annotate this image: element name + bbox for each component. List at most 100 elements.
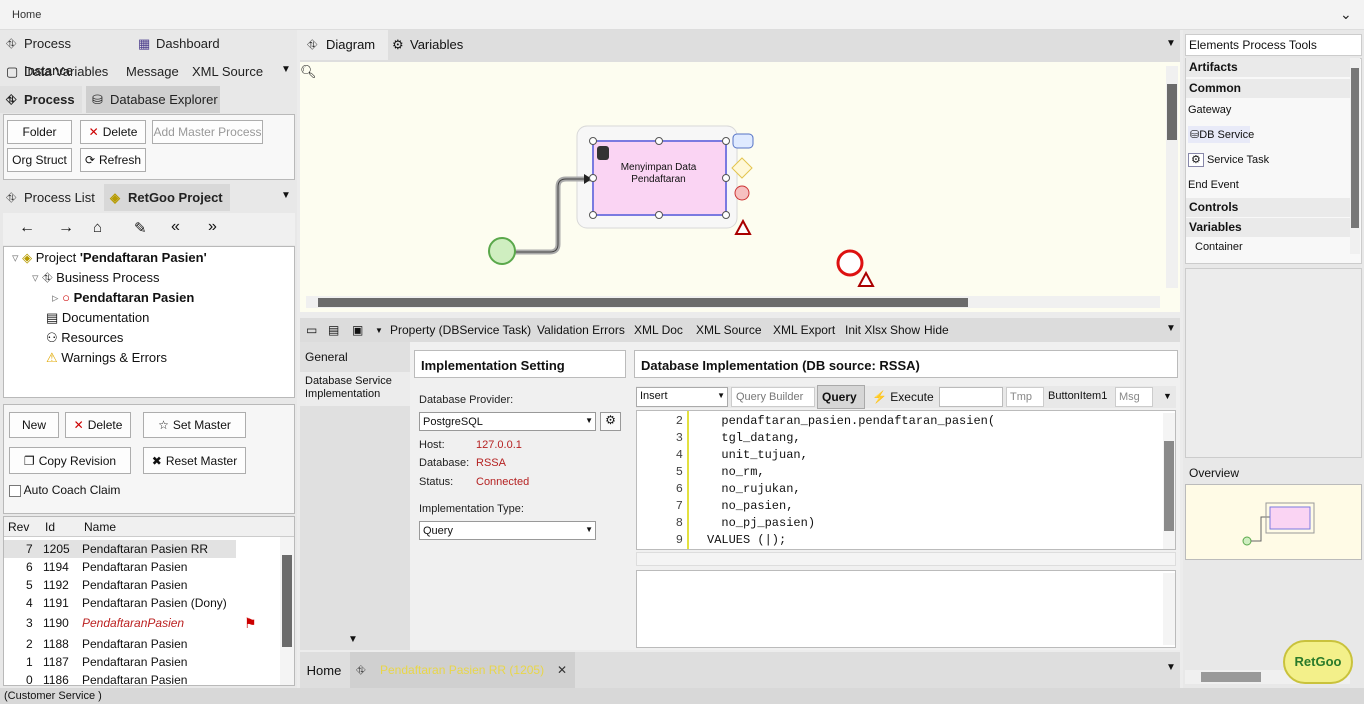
end-event-shape-icon[interactable] [734, 185, 750, 201]
nav-general[interactable]: General [305, 350, 348, 364]
tab-process-list[interactable]: ⛗ Process List [0, 184, 100, 211]
delete-revision-button[interactable]: ✕ Delete [65, 412, 131, 438]
tab-database-explorer[interactable]: ⛁ Database Explorer [86, 86, 220, 113]
toolbox-scrollbar[interactable] [1350, 58, 1360, 254]
tab-xml-source[interactable]: XML Source [696, 323, 762, 337]
window-icon[interactable]: ▣ [352, 323, 363, 337]
refresh-button[interactable]: ⟳ Refresh [80, 148, 146, 172]
wrench-icon[interactable]: ✎ [134, 219, 147, 237]
tree-warnings[interactable]: ⚠ Warnings & Errors [46, 350, 167, 366]
org-struct-button[interactable]: Org Struct [7, 148, 72, 172]
tool-service-task[interactable]: ⚙ Service Task [1188, 153, 1269, 167]
tool-end-event[interactable]: End Event [1188, 179, 1239, 191]
table-row[interactable]: 3 1190 PendaftaranPasien ⚑ [4, 614, 274, 632]
blank-input[interactable] [939, 387, 1003, 407]
tab-diagram[interactable]: ⛗ Diagram [300, 30, 388, 60]
set-master-button[interactable]: ☆ Set Master [143, 412, 246, 438]
end-event[interactable] [836, 249, 864, 277]
tab-home[interactable]: Home [300, 652, 348, 688]
tree-business-process[interactable]: ▿ ⛗ Business Process [32, 270, 160, 286]
copy-revision-button[interactable]: ❐ Copy Revision [9, 447, 131, 474]
dropdown-arrow-icon[interactable]: ▼ [1163, 391, 1172, 401]
dropdown-arrow-icon[interactable]: ▼ [1166, 323, 1176, 334]
tool-container[interactable]: Container [1195, 241, 1243, 253]
zoom-icon[interactable]: 🔍︎ [300, 64, 317, 80]
home-icon[interactable]: ⌂ [93, 219, 102, 236]
insert-select[interactable]: Insert ▼ [636, 387, 728, 407]
double-right-icon[interactable]: » [208, 218, 217, 236]
dropdown-arrow-icon[interactable]: ▼ [1166, 662, 1176, 673]
tab-process[interactable]: ⛗ Process [0, 86, 82, 113]
table-row[interactable]: 1 1187 Pendaftaran Pasien [4, 653, 274, 671]
table-row[interactable]: 2 1188 Pendaftaran Pasien [4, 635, 274, 653]
add-master-process-button[interactable]: Add Master Process [152, 120, 263, 144]
vertical-scrollbar[interactable] [1166, 66, 1178, 288]
tab-xml-source[interactable]: XML Source [168, 58, 268, 85]
tab-xml-export[interactable]: XML Export [773, 323, 835, 337]
dropdown-arrow-icon[interactable]: ▼ [281, 64, 291, 75]
tree-project[interactable]: ▿ ◈ Project 'Pendaftaran Pasien' [12, 250, 207, 266]
query-editor[interactable]: 2 pendaftaran_pasien.pendaftaran_pasien(… [636, 410, 1176, 550]
tab-show[interactable]: Show [890, 323, 920, 337]
diagram-canvas[interactable]: Menyimpan Data Pendaftaran 🔍︎ [300, 62, 1180, 312]
provider-select[interactable]: PostgreSQL ▼ [419, 412, 596, 431]
tab-hide[interactable]: Hide [924, 323, 949, 337]
msg-input[interactable]: Msg [1115, 387, 1153, 407]
query-builder-button[interactable]: Query Builder [731, 387, 815, 407]
tab-xml-doc[interactable]: XML Doc [634, 323, 683, 337]
layout-icon[interactable]: ▭ [306, 323, 317, 337]
col-id[interactable]: Id [45, 520, 55, 534]
delete-process-button[interactable]: ✕ Delete [80, 120, 146, 144]
tab-retgoo-project[interactable]: ◈ RetGoo Project [104, 184, 230, 211]
tab-data-variables[interactable]: ▢ Data Variables [0, 58, 115, 85]
home-label[interactable]: Home [12, 9, 41, 21]
settings-button[interactable]: ⚙ [600, 412, 621, 431]
dropdown-arrow-icon[interactable]: ▼ [375, 326, 383, 335]
double-left-icon[interactable]: « [171, 218, 180, 236]
reset-master-button[interactable]: ✖ Reset Master [143, 447, 246, 474]
nav-db-implementation[interactable]: Database Service Implementation [300, 372, 410, 406]
query-button[interactable]: Query [817, 385, 865, 409]
back-icon[interactable]: ← [19, 219, 35, 237]
execute-button[interactable]: ⚡ Execute [872, 390, 934, 404]
dropdown-arrow-icon[interactable]: ▼ [348, 634, 358, 645]
scrollbar[interactable] [280, 537, 294, 685]
table-row[interactable]: 0 1186 Pendaftaran Pasien [4, 671, 274, 689]
table-row[interactable]: 7 1205 Pendaftaran Pasien RR [4, 540, 236, 558]
tab-init-xlsx[interactable]: Init Xlsx [845, 323, 887, 337]
section-common[interactable]: Common [1186, 79, 1350, 98]
tab-validation-errors[interactable]: Validation Errors [537, 323, 625, 337]
table-row[interactable]: 4 1191 Pendaftaran Pasien (Dony) [4, 594, 274, 612]
table-row[interactable]: 6 1194 Pendaftaran Pasien [4, 558, 274, 576]
tab-document[interactable]: ⛗ Pendaftaran Pasien RR (1205) ✕ [350, 652, 575, 688]
dropdown-arrow-icon[interactable]: ▼ [1166, 38, 1176, 49]
tab-property[interactable]: Property (DBService Task) [390, 323, 531, 337]
forward-icon[interactable]: → [58, 219, 74, 237]
tool-db-service[interactable]: ⛁DB Service [1188, 126, 1254, 143]
folder-button[interactable]: Folder [7, 120, 72, 144]
table-row[interactable]: 5 1192 Pendaftaran Pasien [4, 576, 274, 594]
tab-process-instance[interactable]: ⛗ Process Instance [0, 30, 122, 78]
editor-scrollbar[interactable] [1163, 413, 1175, 549]
chevron-down-icon[interactable]: ⌄ [1340, 6, 1352, 23]
new-button[interactable]: New [9, 412, 59, 438]
section-variables[interactable]: Variables [1186, 218, 1350, 237]
horizontal-scrollbar[interactable] [306, 296, 1160, 308]
overview-minimap[interactable] [1185, 484, 1362, 560]
tool-gateway[interactable]: Gateway [1188, 104, 1231, 116]
impl-type-select[interactable]: Query ▼ [419, 521, 596, 540]
tree-pendaftaran-pasien[interactable]: ▹ ○ Pendaftaran Pasien [52, 290, 194, 306]
auto-coach-checkbox[interactable]: Auto Coach Claim [9, 483, 120, 497]
tab-variables[interactable]: ⚙ Variables [390, 30, 480, 60]
output-area[interactable] [636, 570, 1176, 648]
tab-dashboard[interactable]: ▦ Dashboard [132, 30, 232, 57]
tree-resources[interactable]: ⚇ Resources [46, 330, 123, 346]
start-event[interactable] [488, 237, 516, 265]
database-shape-icon[interactable] [732, 133, 754, 149]
section-artifacts[interactable]: Artifacts [1186, 58, 1350, 77]
col-name[interactable]: Name [84, 520, 116, 534]
dropdown-arrow-icon[interactable]: ▼ [281, 190, 291, 201]
section-controls[interactable]: Controls [1186, 198, 1350, 217]
tmp-input[interactable]: Tmp [1006, 387, 1044, 407]
button-item1[interactable]: ButtonItem1 [1048, 390, 1107, 402]
